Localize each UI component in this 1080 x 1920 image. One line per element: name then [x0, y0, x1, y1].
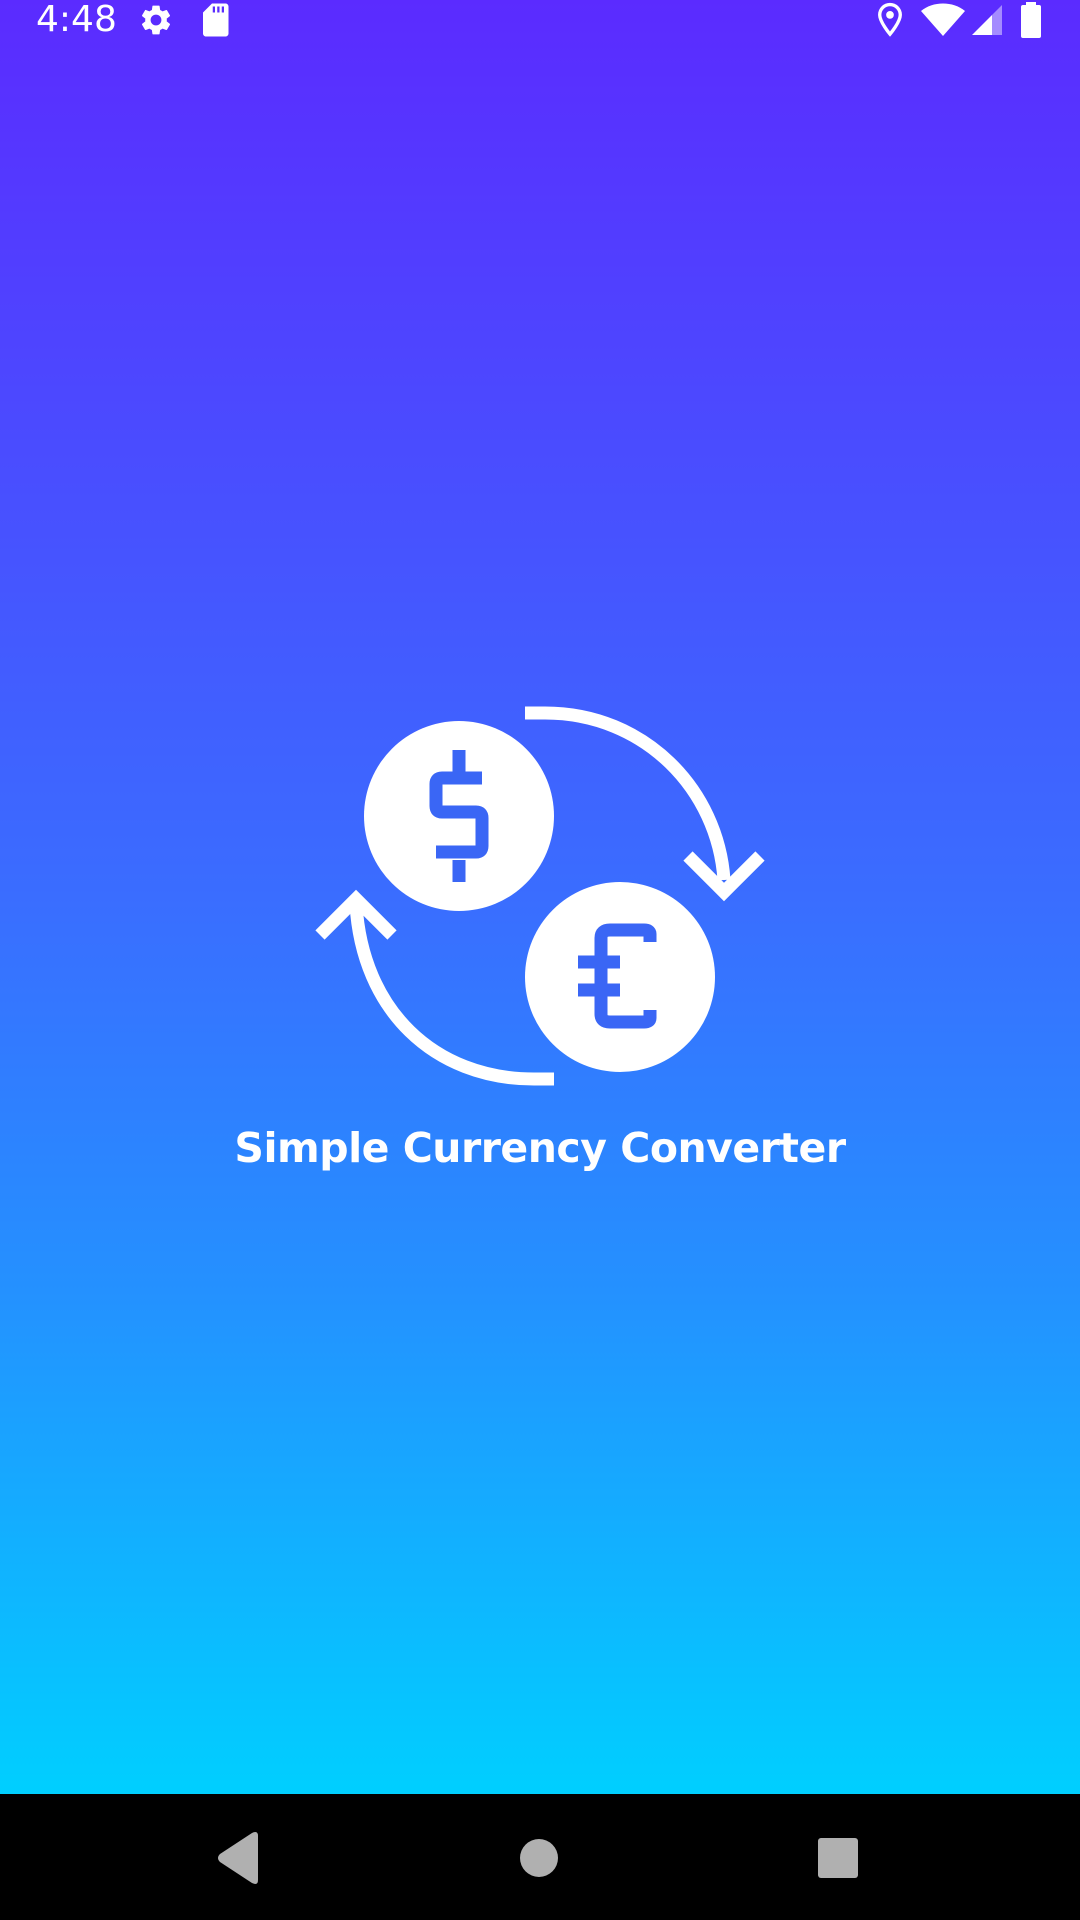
navigation-bar — [0, 1794, 1080, 1920]
currency-exchange-icon — [315, 706, 765, 1086]
settings-icon — [141, 5, 171, 35]
cellular-signal-icon — [972, 5, 1002, 35]
splash-screen: 4:48 Simple Currency Converter — [0, 0, 1080, 1920]
app-title: Simple Currency Converter — [234, 1124, 846, 1172]
recents-icon[interactable] — [796, 1816, 880, 1900]
status-time: 4:48 — [36, 0, 117, 40]
back-icon[interactable] — [196, 1816, 280, 1900]
arrow-counterclockwise-icon — [315, 889, 554, 1086]
wifi-icon — [921, 3, 965, 36]
status-bar: 4:48 — [0, 0, 1080, 40]
euro-coin — [525, 882, 715, 1072]
app-background: 4:48 Simple Currency Converter — [0, 0, 1080, 1794]
location-icon — [878, 2, 902, 37]
home-icon[interactable] — [497, 1816, 581, 1900]
arrow-clockwise-icon — [525, 706, 765, 902]
battery-icon — [1021, 2, 1041, 38]
sd-card-icon — [203, 3, 229, 37]
